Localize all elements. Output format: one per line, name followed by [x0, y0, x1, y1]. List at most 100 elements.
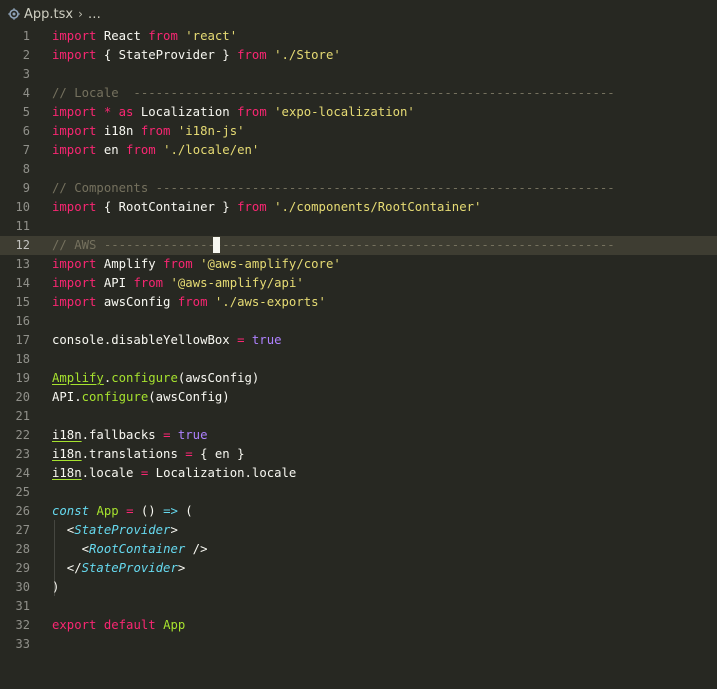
code-text: import Amplify from '@aws-amplify/core' — [52, 255, 341, 274]
code-line[interactable]: 14 import API from '@aws-amplify/api' — [0, 274, 717, 293]
code-token: as — [118, 105, 134, 119]
code-token: API. — [52, 390, 82, 404]
code-line[interactable]: 26 const App = () => ( — [0, 502, 717, 521]
code-line[interactable]: 33 — [0, 635, 717, 654]
line-number: 1 — [22, 29, 30, 43]
code-line[interactable]: 4 // Locale -----------------------------… — [0, 84, 717, 103]
code-token: (awsConfig) — [177, 371, 260, 385]
line-number: 9 — [22, 181, 30, 195]
code-line[interactable]: 23 i18n.translations = { en } — [0, 445, 717, 464]
code-token: './locale/en' — [163, 143, 260, 157]
code-token: 'i18n-js' — [177, 124, 245, 138]
code-line[interactable]: 20 API.configure(awsConfig) — [0, 388, 717, 407]
code-token: true — [177, 428, 208, 442]
line-number: 29 — [15, 561, 30, 575]
code-token: awsConfig — [96, 295, 178, 309]
code-line[interactable]: 25 — [0, 483, 717, 502]
code-token: import — [52, 143, 97, 157]
line-number: 2 — [22, 48, 30, 62]
code-text: Amplify.configure(awsConfig) — [52, 369, 259, 388]
code-line[interactable]: 22 i18n.fallbacks = true — [0, 426, 717, 445]
code-token: import — [52, 295, 97, 309]
code-line[interactable]: 11 — [0, 217, 717, 236]
code-line[interactable]: 28 <RootContainer /> — [0, 540, 717, 559]
code-line[interactable]: 5 import * as Localization from 'expo-loc… — [0, 103, 717, 122]
code-token: > — [177, 561, 186, 575]
code-line[interactable]: 6 import i18n from 'i18n-js' — [0, 122, 717, 141]
code-line[interactable]: 3 — [0, 65, 717, 84]
line-number: 14 — [15, 276, 30, 290]
code-token: import — [52, 48, 97, 62]
line-number: 23 — [15, 447, 30, 461]
code-text: import en from './locale/en' — [52, 141, 259, 160]
code-line[interactable]: 13 import Amplify from '@aws-amplify/core… — [0, 255, 717, 274]
code-token: from — [163, 257, 193, 271]
code-token: import — [52, 276, 97, 290]
code-token: configure — [111, 371, 178, 385]
code-token: = — [185, 447, 193, 461]
code-token: i18n — [96, 124, 141, 138]
code-line[interactable]: 17 console.disableYellowBox = true — [0, 331, 717, 350]
code-text: const App = () => ( — [52, 502, 193, 521]
code-line[interactable]: 27 <StateProvider> — [0, 521, 717, 540]
code-line[interactable]: 12 // AWS -------------------------------… — [0, 236, 717, 255]
code-token: configure — [81, 390, 149, 404]
line-number: 6 — [22, 124, 30, 138]
code-text: import awsConfig from './aws-exports' — [52, 293, 326, 312]
code-token: /> — [185, 542, 208, 556]
code-token: RootContainer — [89, 542, 186, 556]
line-number: 18 — [15, 352, 30, 366]
code-line[interactable]: 16 — [0, 312, 717, 331]
code-token: import — [52, 105, 97, 119]
line-number: 30 — [15, 580, 30, 594]
line-number: 4 — [22, 86, 30, 100]
line-number: 22 — [15, 428, 30, 442]
code-line[interactable]: 32 export default App — [0, 616, 717, 635]
code-line[interactable]: 8 — [0, 160, 717, 179]
line-number: 28 — [15, 542, 30, 556]
code-line[interactable]: 29 </StateProvider> — [0, 559, 717, 578]
breadcrumb-file[interactable]: App.tsx — [24, 7, 73, 22]
code-token: 'react' — [185, 29, 238, 43]
code-token: from — [140, 124, 171, 138]
code-line[interactable]: 31 — [0, 597, 717, 616]
code-line[interactable]: 18 — [0, 350, 717, 369]
line-number: 13 — [15, 257, 30, 271]
code-line[interactable]: 1 import React from 'react' — [0, 27, 717, 46]
code-token: </ — [52, 561, 82, 575]
code-token: StateProvider — [74, 523, 171, 537]
code-line[interactable]: 24 i18n.locale = Localization.locale — [0, 464, 717, 483]
breadcrumb-more[interactable]: … — [88, 7, 101, 22]
code-text: export default App — [52, 616, 185, 635]
code-line[interactable]: 15 import awsConfig from './aws-exports' — [0, 293, 717, 312]
line-number: 17 — [15, 333, 30, 347]
code-line[interactable]: 19 Amplify.configure(awsConfig) — [0, 369, 717, 388]
code-line[interactable]: 21 — [0, 407, 717, 426]
code-token: en — [96, 143, 127, 157]
code-line[interactable]: 10 import { RootContainer } from './compo… — [0, 198, 717, 217]
code-token: from — [237, 200, 267, 214]
code-text: import { StateProvider } from './Store' — [52, 46, 341, 65]
code-token: StateProvider — [81, 561, 178, 575]
code-line[interactable]: 30) — [0, 578, 717, 597]
breadcrumb-separator: › — [78, 7, 83, 21]
code-editor[interactable]: 1 import React from 'react' 2 import { Stat… — [0, 26, 717, 689]
code-text: ) — [52, 578, 59, 597]
code-token: import — [52, 200, 97, 214]
line-number: 8 — [22, 162, 30, 176]
code-line[interactable]: 2 import { StateProvider } from './Store' — [0, 46, 717, 65]
code-line[interactable]: 9 // Components -------------------------… — [0, 179, 717, 198]
code-token: from — [177, 295, 208, 309]
code-text: // Locale ------------------------------… — [52, 84, 615, 103]
code-token: // AWS ---------------------------------… — [52, 238, 615, 252]
code-token: App — [96, 504, 119, 518]
code-text: import API from '@aws-amplify/api' — [52, 274, 304, 293]
code-token: console.disableYellowBox — [52, 333, 238, 347]
code-token: default — [103, 618, 156, 632]
code-token: from — [237, 105, 267, 119]
code-token: Amplify — [52, 371, 104, 385]
code-line[interactable]: 7 import en from './locale/en' — [0, 141, 717, 160]
line-number: 20 — [15, 390, 30, 404]
